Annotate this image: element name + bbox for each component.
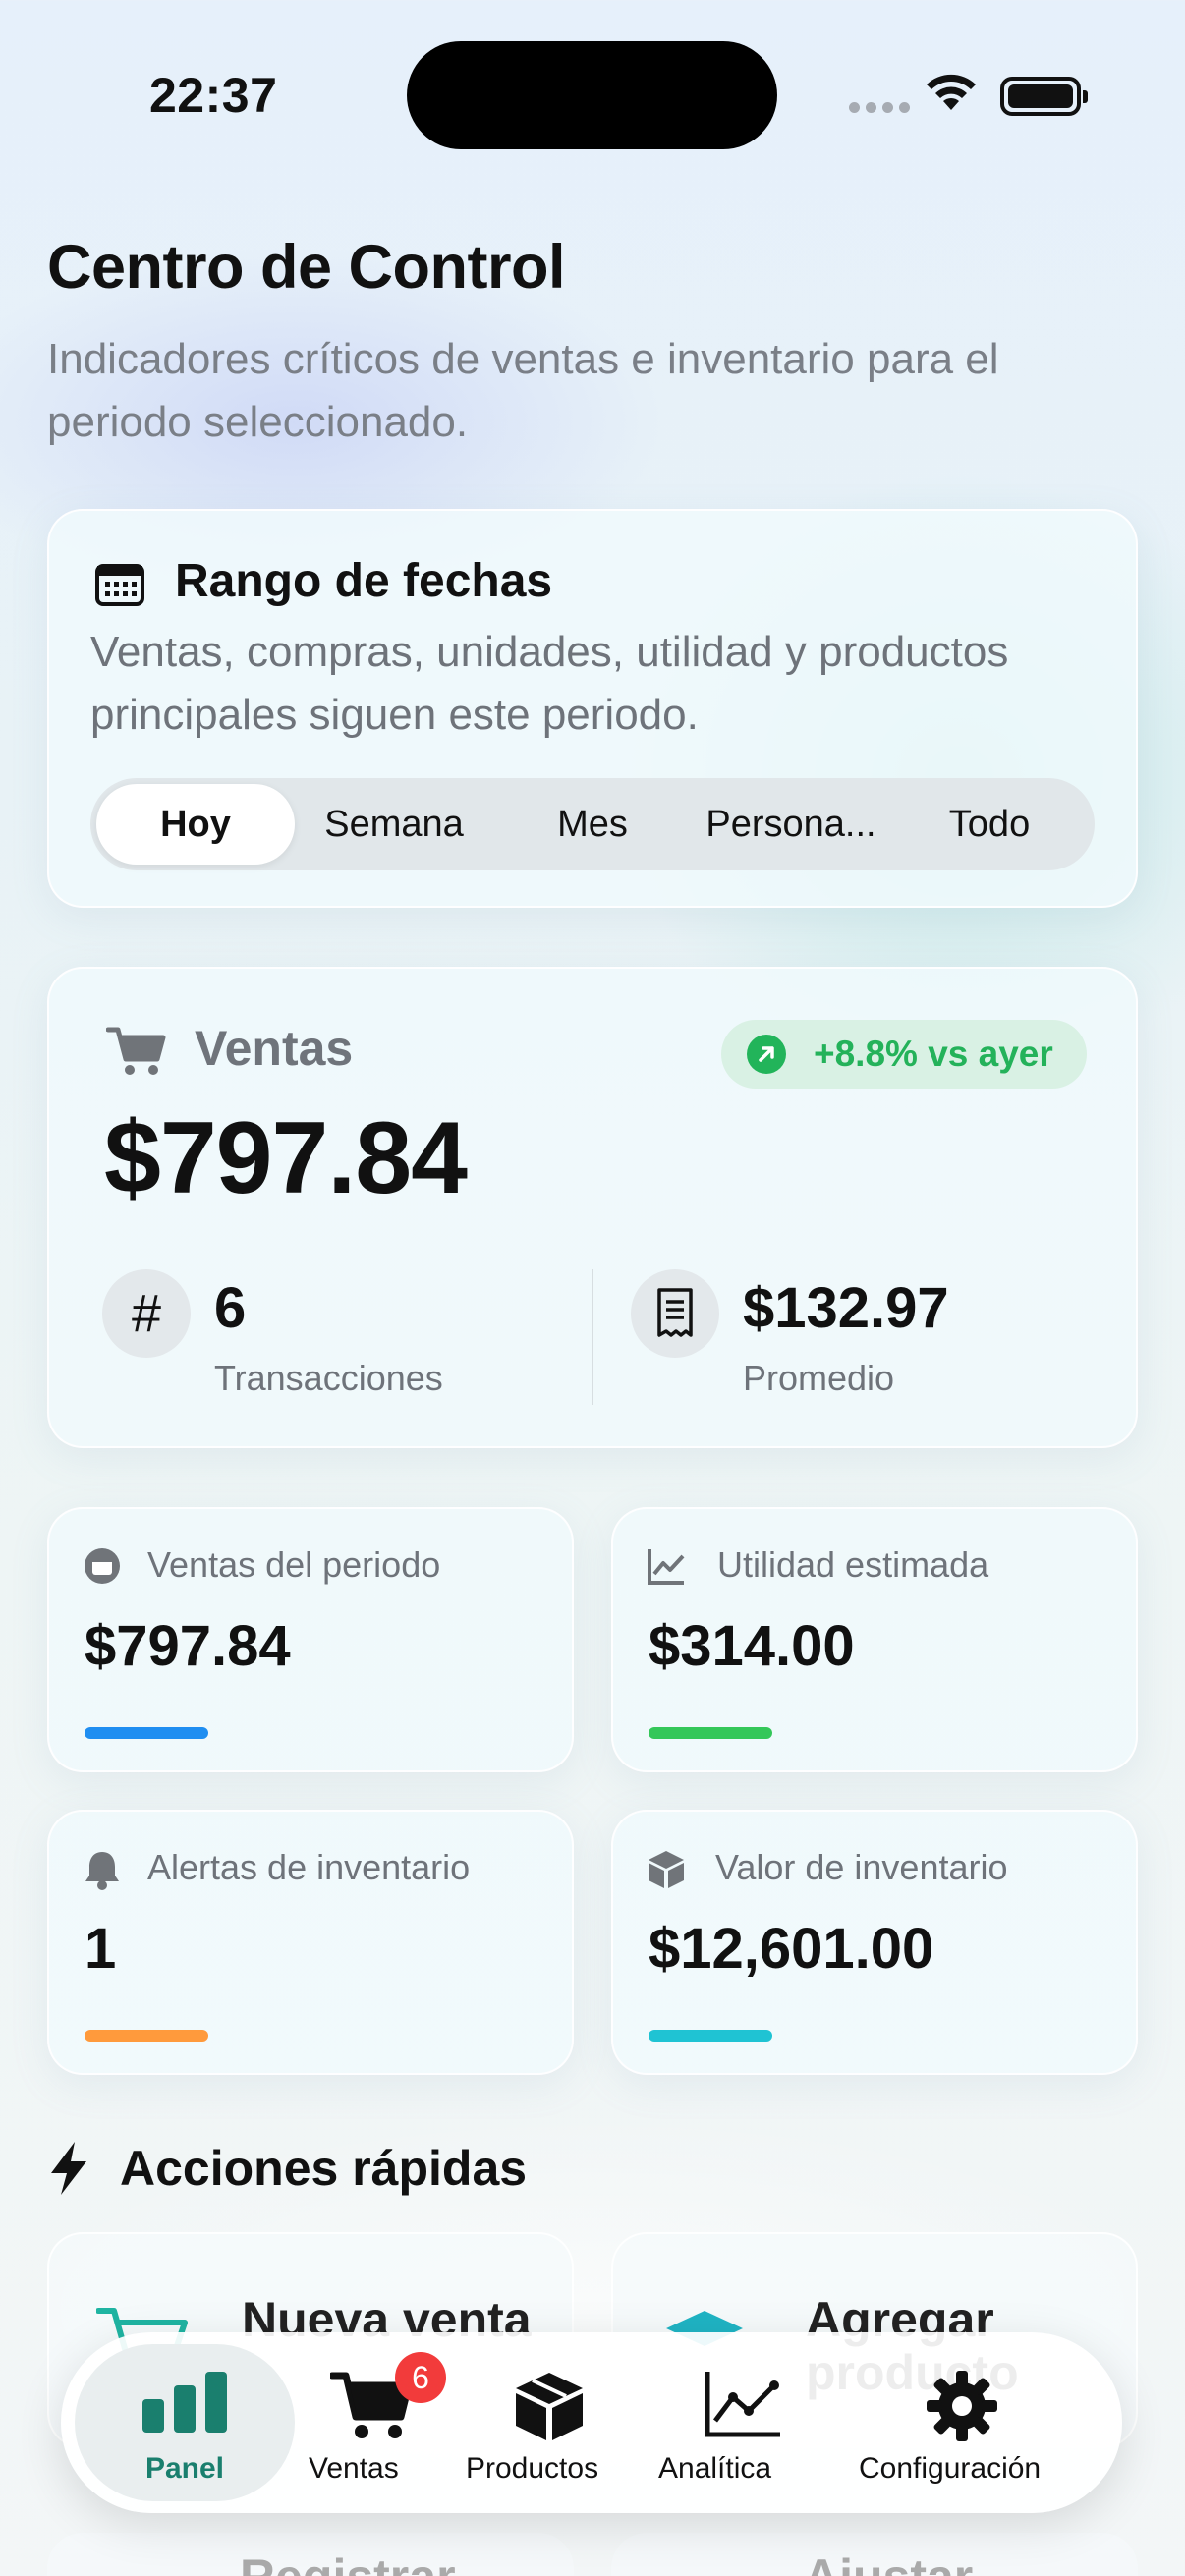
stat-accent-bar: [649, 2030, 772, 2042]
cart-icon: [106, 1027, 166, 1075]
status-time: 22:37: [149, 68, 278, 123]
stat-card-estimated-profit[interactable]: Utilidad estimada $314.00: [611, 1507, 1138, 1772]
average-value: $132.97: [743, 1276, 949, 1340]
stat-value: $314.00: [649, 1614, 855, 1678]
tab-label: Productos: [466, 2452, 599, 2485]
sales-label: Ventas: [195, 1021, 354, 1076]
quick-action-register[interactable]: Registrar: [47, 2533, 574, 2576]
segment-hoy[interactable]: Hoy: [96, 784, 295, 865]
tab-label: Panel: [144, 2452, 225, 2485]
segment-personalizado[interactable]: Persona...: [692, 784, 890, 865]
segment-mes[interactable]: Mes: [493, 784, 692, 865]
quick-action-adjust[interactable]: Ajustar: [611, 2533, 1138, 2576]
bolt-icon: [51, 2142, 86, 2195]
stat-label: Valor de inventario: [715, 1847, 1008, 1887]
stat-accent-bar: [85, 2030, 208, 2042]
tab-productos[interactable]: Productos: [466, 2332, 633, 2513]
calendar-icon: [95, 564, 144, 606]
stat-value: $797.84: [85, 1614, 291, 1678]
stat-label: Ventas del periodo: [147, 1544, 441, 1585]
cart-badge: 6: [395, 2352, 446, 2403]
period-segmented-control: Hoy Semana Mes Persona... Todo: [90, 778, 1095, 870]
date-range-title: Rango de fechas: [175, 555, 553, 607]
box-icon: [649, 1851, 684, 1888]
dynamic-island: [407, 41, 777, 149]
quick-action-label: Ajustar: [804, 2548, 973, 2576]
cellular-signal-icon: [849, 102, 910, 113]
divider: [592, 1269, 593, 1405]
stat-card-period-sales[interactable]: Ventas del periodo $797.84: [47, 1507, 574, 1772]
receipt-icon: [631, 1269, 719, 1358]
tab-bar: Panel 6 Ventas Productos Analítica Confi…: [61, 2332, 1122, 2513]
bar-chart-icon: [142, 2372, 227, 2433]
quick-action-label: Registrar: [240, 2548, 456, 2576]
line-chart-icon: [705, 2372, 780, 2437]
transactions-value: 6: [214, 1276, 247, 1340]
tab-ventas[interactable]: 6 Ventas: [295, 2332, 466, 2513]
transactions-label: Transacciones: [214, 1358, 443, 1398]
box-icon: [516, 2373, 583, 2440]
bell-icon: [85, 1852, 119, 1890]
page-subtitle: Indicadores críticos de ventas e inventa…: [47, 335, 999, 446]
segment-semana[interactable]: Semana: [295, 784, 493, 865]
wifi-icon: [927, 74, 976, 110]
stat-value: 1: [85, 1917, 117, 1981]
tab-panel[interactable]: Panel: [75, 2332, 295, 2513]
line-chart-icon: [648, 1549, 685, 1585]
average-label: Promedio: [743, 1358, 895, 1398]
stat-card-inventory-value[interactable]: Valor de inventario $12,601.00: [611, 1810, 1138, 2075]
stat-label: Alertas de inventario: [147, 1847, 471, 1887]
quick-actions-title: Acciones rápidas: [120, 2141, 528, 2196]
stat-accent-bar: [649, 1727, 772, 1739]
calendar-icon: [85, 1548, 120, 1584]
stat-card-inventory-alerts[interactable]: Alertas de inventario 1: [47, 1810, 574, 2075]
page-title: Centro de Control: [47, 233, 565, 302]
trend-text: +8.8% vs ayer: [814, 1034, 1053, 1074]
stat-value: $12,601.00: [649, 1917, 934, 1981]
hash-icon: #: [102, 1269, 191, 1358]
date-range-card: Rango de fechas Ventas, compras, unidade…: [47, 509, 1138, 908]
trend-badge: +8.8% vs ayer: [721, 1020, 1087, 1089]
sales-amount: $797.84: [104, 1101, 468, 1215]
trend-up-icon: [747, 1035, 786, 1074]
stat-label: Utilidad estimada: [717, 1544, 989, 1585]
battery-icon: [1000, 77, 1088, 116]
tab-configuracion[interactable]: Configuración: [853, 2332, 1069, 2513]
gear-icon: [927, 2371, 997, 2441]
segment-todo[interactable]: Todo: [890, 784, 1089, 865]
tab-analitica[interactable]: Analítica: [656, 2332, 823, 2513]
stat-accent-bar: [85, 1727, 208, 1739]
sales-summary-card[interactable]: Ventas +8.8% vs ayer $797.84 # 6 Transac…: [47, 967, 1138, 1448]
tab-label: Analítica: [658, 2452, 772, 2485]
tab-label: Configuración: [859, 2452, 1042, 2485]
tab-label: Ventas: [309, 2452, 399, 2485]
date-range-description: Ventas, compras, unidades, utilidad y pr…: [90, 628, 1009, 739]
